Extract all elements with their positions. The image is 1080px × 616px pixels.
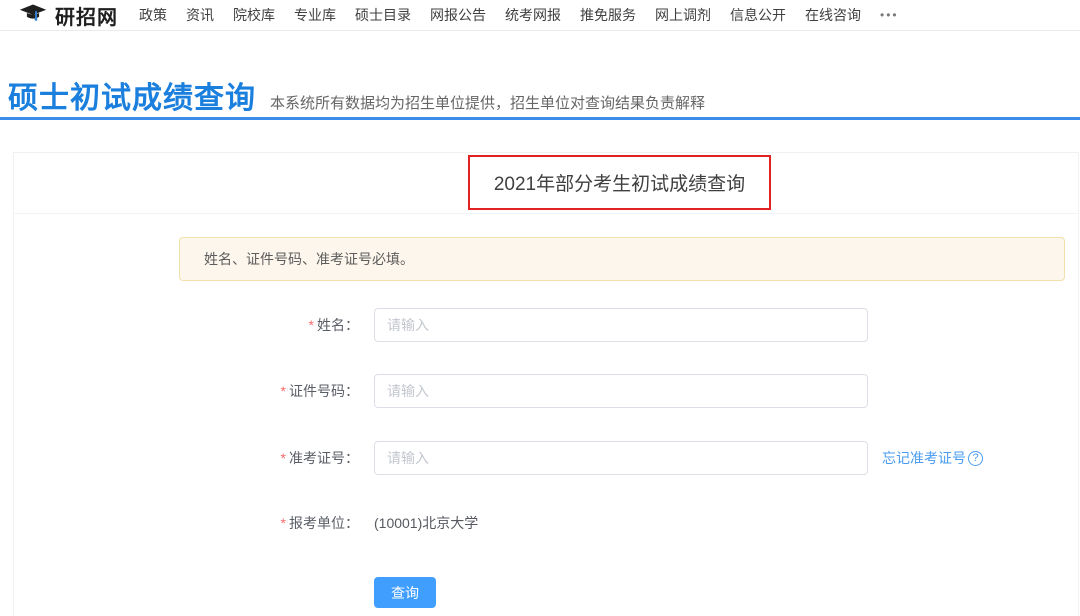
query-button[interactable]: 查询	[374, 577, 436, 608]
nav-item-master-catalog[interactable]: 硕士目录	[355, 5, 411, 25]
page-title: 硕士初试成绩查询	[8, 73, 256, 117]
site-logo-label: 研招网	[55, 1, 118, 30]
query-card: 2021年部分考生初试成绩查询 姓名、证件号码、准考证号必填。 *姓名： *证件…	[13, 152, 1079, 616]
nav-item-online-consult[interactable]: 在线咨询	[805, 5, 861, 25]
nav-item-policy[interactable]: 政策	[139, 5, 167, 25]
forgot-ticket-link[interactable]: 忘记准考证号 ?	[882, 441, 983, 475]
nav-item-announcements[interactable]: 网报公告	[430, 5, 486, 25]
required-asterisk: *	[281, 383, 286, 399]
site-logo[interactable]: 研招网	[18, 1, 118, 30]
nav-item-adjustment[interactable]: 网上调剂	[655, 5, 711, 25]
page-subtitle: 本系统所有数据均为招生单位提供，招生单位对查询结果负责解释	[270, 92, 705, 113]
top-navbar: 研招网 政策 资讯 院校库 专业库 硕士目录 网报公告 统考网报 推免服务 网上…	[0, 0, 1080, 31]
ticket-number-input[interactable]	[374, 441, 868, 475]
required-asterisk: *	[281, 450, 286, 466]
help-question-icon: ?	[968, 451, 983, 466]
required-asterisk: *	[281, 515, 286, 531]
main-nav: 政策 资讯 院校库 专业库 硕士目录 网报公告 统考网报 推免服务 网上调剂 信…	[139, 5, 899, 25]
required-asterisk: *	[309, 317, 314, 333]
card-title: 2021年部分考生初试成绩查询	[494, 169, 745, 196]
header-divider	[0, 117, 1080, 120]
id-number-label: *证件号码：	[14, 374, 359, 408]
nav-item-majors[interactable]: 专业库	[294, 5, 336, 25]
name-input[interactable]	[374, 308, 868, 342]
annotation-red-box: 2021年部分考生初试成绩查询	[468, 155, 771, 210]
institution-label: *报考单位：	[14, 511, 359, 535]
forgot-ticket-label: 忘记准考证号	[882, 448, 966, 468]
page: 研招网 政策 资讯 院校库 专业库 硕士目录 网报公告 统考网报 推免服务 网上…	[0, 0, 1080, 616]
card-title-row: 2021年部分考生初试成绩查询	[14, 153, 1078, 214]
required-fields-alert: 姓名、证件号码、准考证号必填。	[179, 237, 1065, 281]
page-header: 硕士初试成绩查询 本系统所有数据均为招生单位提供，招生单位对查询结果负责解释	[0, 31, 1080, 117]
id-number-input[interactable]	[374, 374, 868, 408]
name-label: *姓名：	[14, 308, 359, 342]
ticket-number-label: *准考证号：	[14, 441, 359, 475]
alert-text: 姓名、证件号码、准考证号必填。	[204, 249, 414, 269]
graduation-cap-icon	[18, 2, 48, 28]
nav-more-dots[interactable]: •••	[880, 8, 899, 22]
nav-item-unified-reg[interactable]: 统考网报	[505, 5, 561, 25]
nav-item-info-disclosure[interactable]: 信息公开	[730, 5, 786, 25]
nav-item-schools[interactable]: 院校库	[233, 5, 275, 25]
nav-item-exempt-service[interactable]: 推免服务	[580, 5, 636, 25]
nav-item-news[interactable]: 资讯	[186, 5, 214, 25]
institution-value: (10001)北京大学	[374, 511, 478, 535]
